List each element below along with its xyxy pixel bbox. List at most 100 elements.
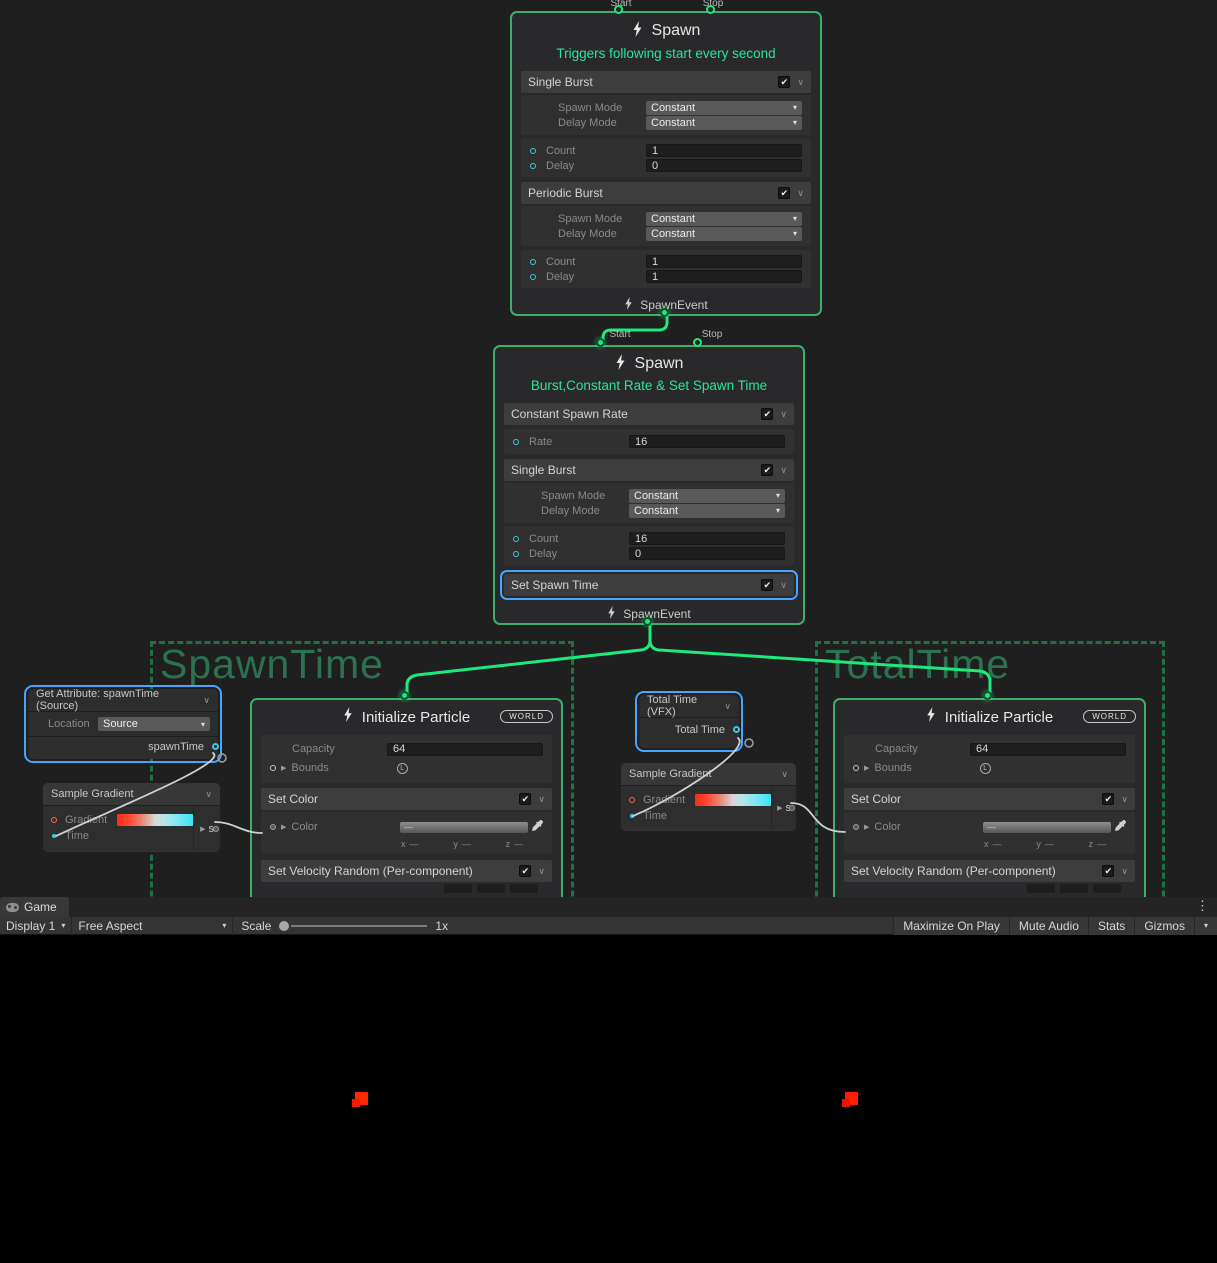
delay-mode-dropdown[interactable]: Constant▾	[646, 227, 802, 241]
chevron-down-icon[interactable]: ∨	[724, 701, 731, 711]
count-field[interactable]: 16	[629, 532, 785, 545]
spawn-mode-dropdown[interactable]: Constant▾	[646, 212, 802, 226]
z-value[interactable]: —	[1097, 839, 1106, 849]
checkbox-enabled[interactable]: ✔	[761, 464, 773, 476]
maximize-on-play-button[interactable]: Maximize On Play	[893, 917, 1009, 935]
delay-mode-dropdown[interactable]: Constant▾	[646, 116, 802, 130]
kebab-menu-icon[interactable]: ⋮	[1196, 898, 1209, 914]
spawntime-output-port[interactable]	[212, 743, 219, 750]
spawn-mode-dropdown[interactable]: Constant▾	[629, 489, 785, 503]
local-space-icon[interactable]: L	[980, 763, 991, 774]
color-input-port[interactable]	[853, 824, 859, 830]
game-viewport[interactable]	[0, 935, 1217, 1263]
color-field[interactable]: —	[400, 822, 528, 833]
checkbox-enabled[interactable]: ✔	[1102, 793, 1114, 805]
block-set-color[interactable]: Set Color ✔ ∨ ▶ Color — x— y— z	[261, 788, 552, 853]
expander-icon[interactable]: ▶	[200, 825, 205, 833]
checkbox-enabled[interactable]: ✔	[778, 187, 790, 199]
y-value[interactable]: —	[462, 839, 471, 849]
gradient-input-port[interactable]	[51, 817, 57, 823]
gradient-preview[interactable]	[695, 794, 771, 806]
initialize-input-port[interactable]	[983, 691, 992, 700]
chevron-down-icon[interactable]: ∨	[781, 769, 788, 779]
expander-icon[interactable]: ▶	[281, 764, 286, 772]
group-spawntime-label[interactable]: SpawnTime	[160, 644, 384, 685]
context-spawn-2[interactable]: Spawn Burst,Constant Rate & Set Spawn Ti…	[493, 345, 805, 625]
scale-slider-knob[interactable]	[279, 921, 289, 931]
spawn-start-port[interactable]	[614, 5, 623, 14]
node-total-time[interactable]: Total Time (VFX) ∨ Total Time	[639, 695, 739, 748]
x-value[interactable]: —	[410, 839, 419, 849]
checkbox-enabled[interactable]: ✔	[761, 579, 773, 591]
time-input-port[interactable]	[629, 813, 635, 819]
count-port[interactable]	[513, 536, 519, 542]
count-port[interactable]	[530, 259, 536, 265]
checkbox-enabled[interactable]: ✔	[519, 865, 531, 877]
aspect-ratio-dropdown[interactable]: Free Aspect ▾	[72, 917, 232, 935]
node-sample-gradient[interactable]: Sample Gradient ∨ Gradient Time ▶	[621, 763, 796, 831]
spawn-event-output-port[interactable]	[660, 308, 669, 317]
node-sample-gradient[interactable]: Sample Gradient ∨ Gradient Time ▶	[43, 783, 220, 852]
gizmos-dropdown-arrow[interactable]: ▾	[1194, 917, 1217, 935]
delay-mode-dropdown[interactable]: Constant▾	[629, 504, 785, 518]
expander-icon[interactable]: ▶	[864, 764, 869, 772]
chevron-down-icon[interactable]: ∨	[780, 409, 787, 419]
spawn-event-output-port[interactable]	[643, 617, 652, 626]
initialize-input-port[interactable]	[400, 691, 409, 700]
context-spawn-1[interactable]: Spawn Triggers following start every sec…	[510, 11, 822, 316]
chevron-down-icon[interactable]: ∨	[1121, 866, 1128, 876]
gradient-preview[interactable]	[117, 814, 193, 826]
display-dropdown[interactable]: Display 1 ▾	[0, 917, 71, 935]
x-value[interactable]: —	[993, 839, 1002, 849]
expander-icon[interactable]: ▶	[281, 823, 286, 831]
spawn-start-port[interactable]	[596, 338, 605, 347]
chevron-down-icon[interactable]: ∨	[205, 789, 212, 799]
rate-field[interactable]: 16	[629, 435, 785, 448]
checkbox-enabled[interactable]: ✔	[778, 76, 790, 88]
block-set-spawn-time-selected[interactable]: Set Spawn Time ✔ ∨	[504, 574, 794, 596]
scale-slider-track[interactable]	[291, 925, 427, 927]
delay-field[interactable]: 0	[629, 547, 785, 560]
checkbox-enabled[interactable]: ✔	[519, 793, 531, 805]
chevron-down-icon[interactable]: ∨	[780, 465, 787, 475]
capacity-field[interactable]: 64	[970, 743, 1126, 756]
stats-button[interactable]: Stats	[1088, 917, 1134, 935]
context-initialize-particle[interactable]: Initialize Particle WORLD Capacity 64 ▶ …	[833, 698, 1146, 897]
block-set-velocity-random[interactable]: Set Velocity Random (Per-component) ✔ ∨	[261, 860, 552, 893]
block-set-velocity-random[interactable]: Set Velocity Random (Per-component) ✔ ∨	[844, 860, 1135, 893]
delay-port[interactable]	[530, 274, 536, 280]
block-set-color[interactable]: Set Color ✔ ∨ ▶ Color — x— y— z	[844, 788, 1135, 853]
block-single-burst[interactable]: Single Burst ✔ ∨ Spawn Mode Constant▾ De…	[521, 71, 811, 177]
spawn-mode-dropdown[interactable]: Constant▾	[646, 101, 802, 115]
rate-port[interactable]	[513, 439, 519, 445]
delay-field[interactable]: 1	[646, 270, 802, 283]
chevron-down-icon[interactable]: ∨	[780, 580, 787, 590]
world-space-badge[interactable]: WORLD	[1083, 710, 1136, 723]
world-space-badge[interactable]: WORLD	[500, 710, 553, 723]
color-field[interactable]: —	[983, 822, 1111, 833]
block-constant-spawn-rate[interactable]: Constant Spawn Rate ✔ ∨ Rate 16	[504, 403, 794, 454]
local-space-icon[interactable]: L	[397, 763, 408, 774]
bounds-port[interactable]	[853, 765, 859, 771]
eyedropper-icon[interactable]	[532, 818, 543, 836]
eyedropper-icon[interactable]	[1115, 818, 1126, 836]
gizmos-button[interactable]: Gizmos	[1134, 917, 1194, 935]
expander-icon[interactable]: ▶	[777, 804, 782, 812]
node-get-attribute-spawntime[interactable]: Get Attribute: spawnTime (Source) ∨ Loca…	[28, 689, 218, 759]
group-totaltime-label[interactable]: TotalTime	[825, 644, 1010, 685]
chevron-down-icon[interactable]: ∨	[203, 695, 210, 705]
spawn-stop-port[interactable]	[693, 338, 702, 347]
capacity-field[interactable]: 64	[387, 743, 543, 756]
sample-output-port[interactable]	[213, 826, 219, 832]
checkbox-enabled[interactable]: ✔	[761, 408, 773, 420]
block-single-burst[interactable]: Single Burst ✔ ∨ Spawn Mode Constant▾ De…	[504, 459, 794, 565]
count-field[interactable]: 1	[646, 255, 802, 268]
bounds-port[interactable]	[270, 765, 276, 771]
z-value[interactable]: —	[514, 839, 523, 849]
chevron-down-icon[interactable]: ∨	[538, 866, 545, 876]
block-periodic-burst[interactable]: Periodic Burst ✔ ∨ Spawn Mode Constant▾ …	[521, 182, 811, 288]
delay-port[interactable]	[513, 551, 519, 557]
count-field[interactable]: 1	[646, 144, 802, 157]
chevron-down-icon[interactable]: ∨	[797, 77, 804, 87]
spawn-stop-port[interactable]	[706, 5, 715, 14]
